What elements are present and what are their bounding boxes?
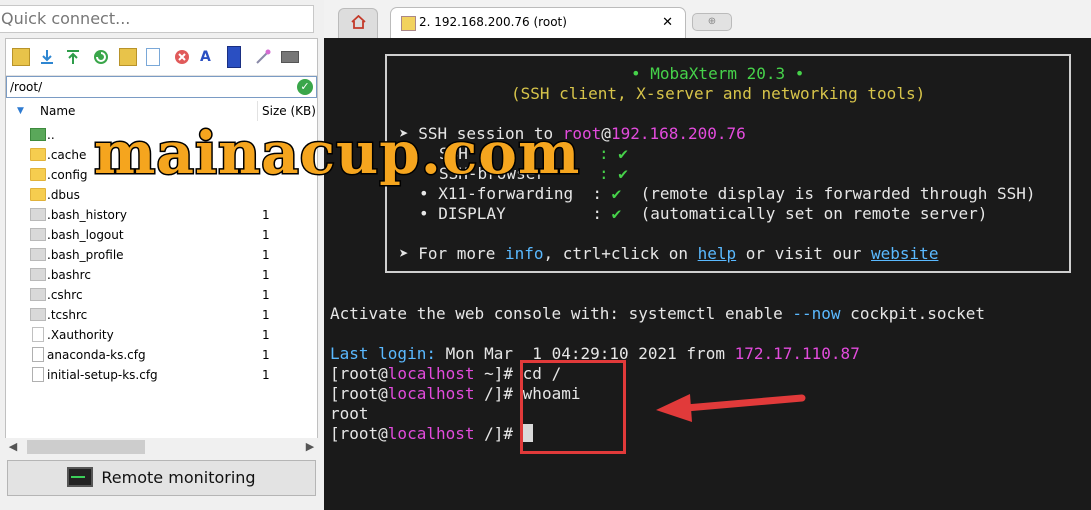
wand-icon[interactable] [254, 48, 272, 66]
file-icon [30, 208, 46, 221]
file-icon [30, 228, 46, 241]
list-item[interactable]: anaconda-ks.cfg 1 [6, 345, 317, 365]
watermark-logo: mainacup.com [92, 119, 581, 187]
path-text: /root/ [10, 80, 43, 94]
list-item[interactable]: .cshrc 1 [6, 285, 317, 305]
scrollbar-thumb[interactable] [27, 440, 145, 454]
new-folder-icon[interactable] [119, 48, 137, 66]
sftp-toolbar: A [6, 39, 317, 76]
new-file-icon[interactable] [146, 48, 160, 66]
home-icon [351, 15, 366, 29]
list-item[interactable]: initial-setup-ks.cfg 1 [6, 365, 317, 385]
list-item[interactable]: .Xauthority 1 [6, 325, 317, 345]
file-icon [32, 327, 44, 342]
list-item[interactable]: .dbus [6, 185, 317, 205]
folder-icon [30, 188, 46, 201]
command-line-3: [root@localhost /]# [330, 424, 533, 444]
upload-icon[interactable] [64, 48, 82, 66]
ssh-compression-check: : ✔ [599, 144, 628, 163]
activate-console-line: Activate the web console with: systemctl… [330, 304, 986, 323]
path-ok-icon[interactable]: ✓ [297, 79, 313, 95]
permissions-icon[interactable] [227, 46, 241, 68]
new-tab-button[interactable]: ⊕ [692, 13, 732, 31]
tab-bar: 2. 192.168.200.76 (root) ✕ ⊕ [324, 0, 1091, 38]
list-item[interactable]: .bash_logout 1 [6, 225, 317, 245]
website-link[interactable]: website [871, 244, 938, 263]
sftp-sidebar: Quick connect... A /root/ ✓ ▼ Name Size … [0, 0, 324, 510]
refresh-icon[interactable] [92, 48, 110, 66]
name-column-header[interactable]: Name [40, 101, 75, 121]
config-file-icon [32, 347, 44, 362]
command-output: root [330, 404, 369, 423]
close-tab-icon[interactable]: ✕ [662, 8, 673, 37]
list-item[interactable]: .bash_profile 1 [6, 245, 317, 265]
tab-home[interactable] [338, 8, 378, 38]
config-file-icon [32, 367, 44, 382]
help-link[interactable]: help [698, 244, 737, 263]
quick-connect-input[interactable]: Quick connect... [0, 5, 314, 33]
banner-subtitle: (SSH client, X-server and networking too… [511, 84, 926, 103]
parent-folder-icon[interactable] [12, 48, 30, 66]
folder-icon [30, 148, 46, 161]
rename-icon[interactable]: A [200, 48, 218, 66]
banner-title: • MobaXterm 20.3 • [631, 64, 805, 83]
delete-icon[interactable] [173, 48, 191, 66]
download-icon[interactable] [38, 48, 56, 66]
scroll-right-icon[interactable]: ▶ [302, 438, 318, 456]
size-column-header[interactable]: Size (KB) [257, 101, 317, 121]
sort-arrow-icon: ▼ [17, 106, 24, 116]
file-list-header: ▼ Name Size (KB) [6, 101, 317, 121]
file-icon [30, 268, 46, 281]
info-line: ➤ For more info, ctrl+click on help or v… [399, 244, 939, 263]
horizontal-scrollbar[interactable]: ◀ ▶ [5, 438, 318, 456]
file-icon [30, 288, 46, 301]
tab-ssh-session[interactable]: 2. 192.168.200.76 (root) ✕ [390, 7, 686, 38]
file-icon [30, 248, 46, 261]
terminal-pane: 2. 192.168.200.76 (root) ✕ ⊕ • MobaXterm… [324, 0, 1091, 510]
folder-icon [30, 168, 46, 181]
x11-forwarding-line: • X11-forwarding : ✔ (remote display is … [419, 184, 1036, 203]
ssh-tab-icon [401, 16, 416, 31]
remote-monitoring-button[interactable]: Remote monitoring [7, 460, 316, 496]
annotation-highlight-box [520, 360, 626, 454]
ssh-browser-check: : ✔ [599, 164, 628, 183]
file-icon [30, 308, 46, 321]
parent-dir-icon [30, 128, 46, 141]
terminal-icon[interactable] [281, 51, 299, 63]
monitor-icon [67, 466, 94, 487]
remote-monitoring-label: Remote monitoring [101, 468, 256, 487]
ssh-tab-title: 2. 192.168.200.76 (root) [419, 15, 567, 29]
path-field[interactable]: /root/ ✓ [6, 76, 317, 98]
annotation-arrow-icon [656, 394, 806, 422]
list-item[interactable]: .bashrc 1 [6, 265, 317, 285]
list-item[interactable]: .bash_history 1 [6, 205, 317, 225]
info-link[interactable]: info [505, 244, 544, 263]
list-item[interactable]: .tcshrc 1 [6, 305, 317, 325]
display-line: • DISPLAY : ✔ (automatically set on remo… [419, 204, 988, 223]
scroll-left-icon[interactable]: ◀ [5, 438, 21, 456]
sftp-browser: A /root/ ✓ ▼ Name Size (KB) .. .cache .c… [5, 38, 318, 456]
terminal-output[interactable]: • MobaXterm 20.3 • (SSH client, X-server… [324, 38, 1091, 510]
